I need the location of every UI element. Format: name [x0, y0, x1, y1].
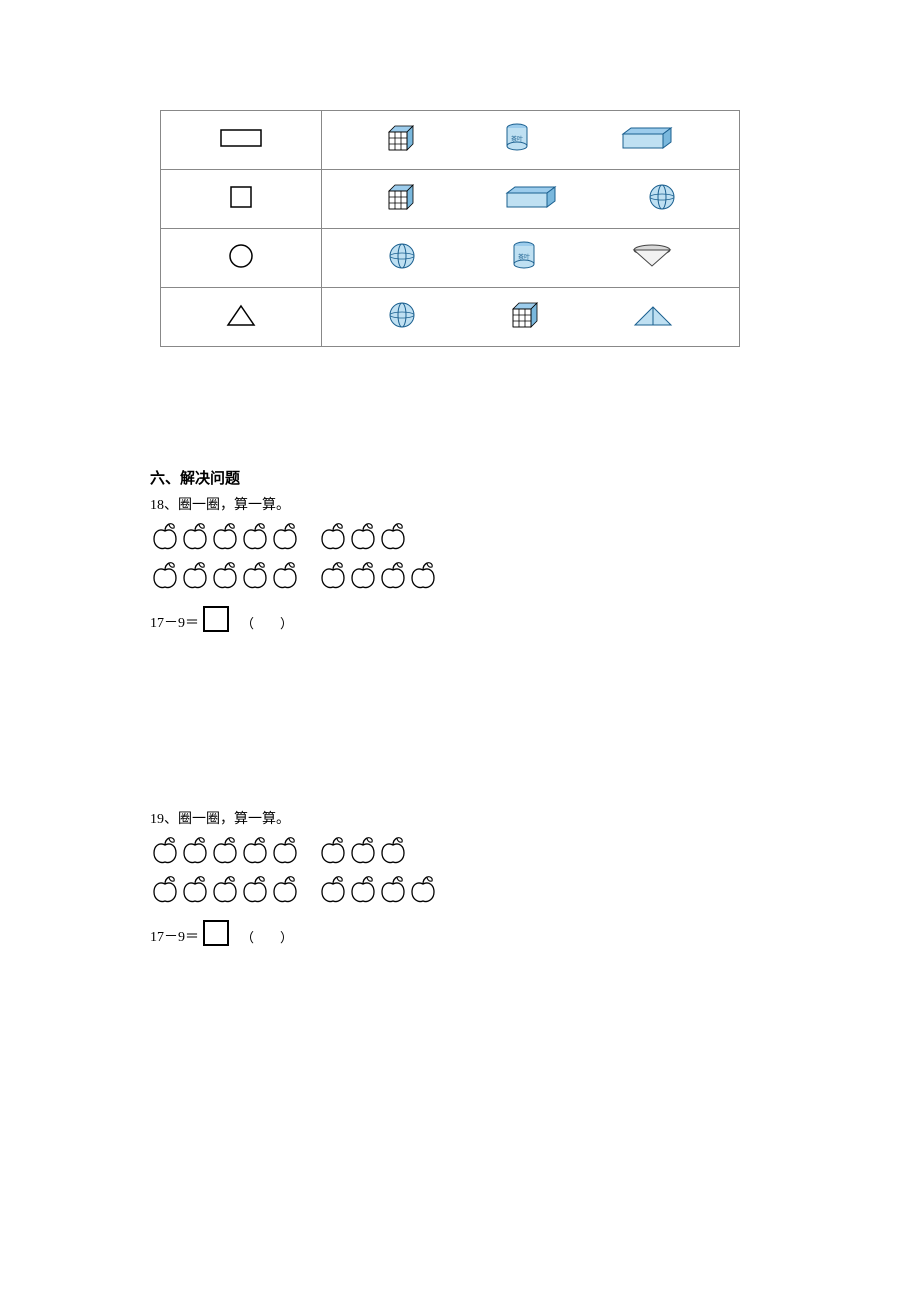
- apple-icon[interactable]: [210, 520, 240, 557]
- apple-icon[interactable]: [270, 559, 300, 596]
- shape-options-cell: [321, 288, 739, 347]
- apple-icon[interactable]: [180, 559, 210, 596]
- apple-icon[interactable]: [408, 873, 438, 910]
- shape-options-cell: 茶叶: [321, 111, 739, 170]
- apple-icon[interactable]: [240, 559, 270, 596]
- apple-icon[interactable]: [348, 520, 378, 557]
- apple-icon[interactable]: [348, 834, 378, 871]
- svg-text:茶叶: 茶叶: [511, 135, 523, 143]
- apple-icon[interactable]: [210, 873, 240, 910]
- circle-icon: [225, 261, 257, 276]
- question-prompt: 19、圈一圈，算一算。: [150, 808, 770, 828]
- apple-icon[interactable]: [240, 873, 270, 910]
- apple-row: [150, 520, 770, 557]
- table-row: [161, 288, 740, 347]
- apple-icon[interactable]: [378, 559, 408, 596]
- apple-icon[interactable]: [348, 873, 378, 910]
- cube-icon[interactable]: [383, 181, 417, 218]
- apple-icon[interactable]: [378, 834, 408, 871]
- table-row: [161, 170, 740, 229]
- apple-icon[interactable]: [240, 834, 270, 871]
- answer-box[interactable]: [203, 606, 229, 632]
- square-icon: [225, 202, 257, 217]
- shape-options-cell: [321, 170, 739, 229]
- triangle3d-icon[interactable]: [631, 301, 675, 334]
- apple-icon[interactable]: [150, 559, 180, 596]
- apple-icon[interactable]: [180, 873, 210, 910]
- apple-icon[interactable]: [150, 873, 180, 910]
- apple-row: [150, 559, 770, 596]
- apple-icon[interactable]: [270, 834, 300, 871]
- apple-icon[interactable]: [210, 559, 240, 596]
- shape-prompt-cell: [161, 288, 322, 347]
- spacer: [150, 632, 770, 802]
- shape-prompt-cell: [161, 170, 322, 229]
- apple-icon[interactable]: [270, 873, 300, 910]
- shape-prompt-cell: [161, 111, 322, 170]
- cube-icon[interactable]: [383, 122, 417, 159]
- apple-row: [150, 873, 770, 910]
- apple-icon[interactable]: [408, 559, 438, 596]
- apple-icon[interactable]: [180, 834, 210, 871]
- sphere-icon[interactable]: [386, 240, 418, 277]
- triangle-icon: [223, 319, 259, 334]
- rectangle-icon: [215, 141, 267, 156]
- table-row: 茶叶: [161, 111, 740, 170]
- question-block: 19、圈一圈，算一算。: [150, 808, 770, 946]
- apple-icon[interactable]: [180, 520, 210, 557]
- worksheet-page: 茶叶 茶叶: [0, 0, 920, 1302]
- svg-text:茶叶: 茶叶: [518, 253, 530, 261]
- apple-icon[interactable]: [240, 520, 270, 557]
- answer-paren[interactable]: （ ）: [241, 927, 293, 946]
- shape-match-table: 茶叶 茶叶: [160, 110, 740, 347]
- cylinder-icon[interactable]: 茶叶: [502, 121, 532, 160]
- answer-paren[interactable]: （ ）: [241, 613, 293, 632]
- sphere-icon[interactable]: [646, 181, 678, 218]
- apple-icon[interactable]: [378, 520, 408, 557]
- shape-prompt-cell: [161, 229, 322, 288]
- apple-icon[interactable]: [378, 873, 408, 910]
- apple-grid: [150, 520, 770, 596]
- question-prompt: 18、圈一圈，算一算。: [150, 494, 770, 514]
- cube-icon[interactable]: [507, 299, 541, 336]
- apple-icon[interactable]: [318, 559, 348, 596]
- section-title: 六、解决问题: [150, 467, 770, 488]
- cuboid-icon[interactable]: [617, 124, 677, 157]
- question-block: 18、圈一圈，算一算。: [150, 494, 770, 632]
- table-row: 茶叶: [161, 229, 740, 288]
- cone-icon[interactable]: [630, 242, 674, 275]
- apple-icon[interactable]: [270, 520, 300, 557]
- apple-icon[interactable]: [210, 834, 240, 871]
- apple-icon[interactable]: [318, 873, 348, 910]
- equation-text: 17－9＝: [150, 612, 199, 632]
- answer-box[interactable]: [203, 920, 229, 946]
- apple-icon[interactable]: [318, 834, 348, 871]
- apple-grid: [150, 834, 770, 910]
- shape-options-cell: 茶叶: [321, 229, 739, 288]
- equation-line: 17－9＝ （ ）: [150, 606, 770, 632]
- apple-icon[interactable]: [318, 520, 348, 557]
- cylinder-icon[interactable]: 茶叶: [509, 239, 539, 278]
- apple-icon[interactable]: [150, 834, 180, 871]
- equation-text: 17－9＝: [150, 926, 199, 946]
- equation-line: 17－9＝ （ ）: [150, 920, 770, 946]
- cuboid-icon[interactable]: [501, 183, 561, 216]
- apple-icon[interactable]: [348, 559, 378, 596]
- sphere-icon[interactable]: [386, 299, 418, 336]
- apple-row: [150, 834, 770, 871]
- questions-container: 18、圈一圈，算一算。: [150, 494, 770, 946]
- apple-icon[interactable]: [150, 520, 180, 557]
